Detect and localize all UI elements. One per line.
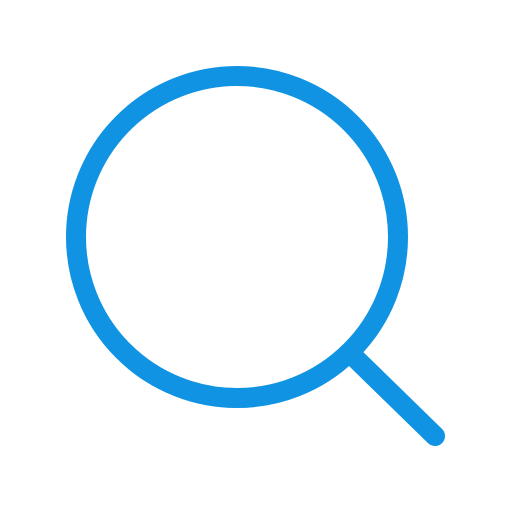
search-icon-handle — [342, 345, 445, 446]
search-icon[interactable] — [0, 0, 512, 512]
search-icon-canvas — [0, 0, 512, 512]
